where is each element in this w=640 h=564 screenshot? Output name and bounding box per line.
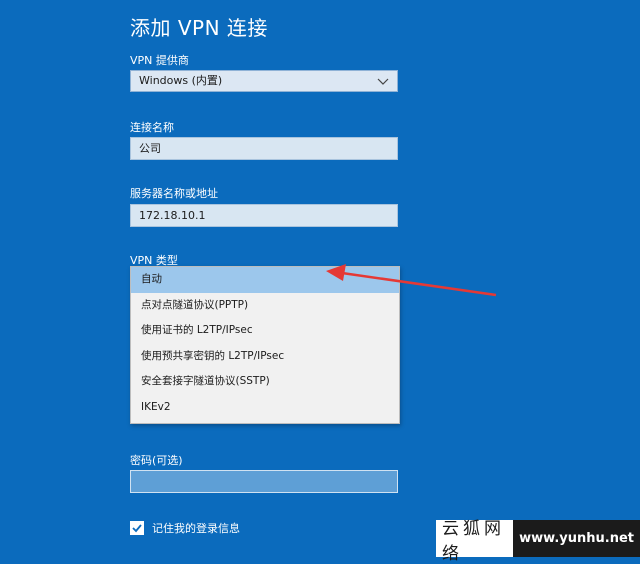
checkmark-icon (132, 524, 142, 533)
provider-select[interactable]: Windows (内置) (130, 70, 398, 92)
password-input[interactable] (130, 470, 398, 493)
server-label: 服务器名称或地址 (130, 187, 218, 200)
server-input[interactable]: 172.18.10.1 (130, 204, 398, 227)
provider-label: VPN 提供商 (130, 54, 189, 67)
page-title: 添加 VPN 连接 (130, 16, 268, 40)
password-label: 密码(可选) (130, 454, 183, 467)
remember-label: 记住我的登录信息 (152, 522, 240, 535)
vpn-type-dropdown[interactable]: 自动 点对点隧道协议(PPTP) 使用证书的 L2TP/IPsec 使用预共享密… (130, 266, 400, 424)
remember-checkbox[interactable] (130, 521, 144, 535)
watermark-cn: 云狐网络 (442, 518, 505, 564)
chevron-down-icon (377, 78, 389, 85)
watermark: 云狐网络 www.yunhu.net (436, 519, 640, 564)
vpn-type-option-auto[interactable]: 自动 (131, 267, 399, 293)
vpn-type-option-l2tp-cert[interactable]: 使用证书的 L2TP/IPsec (131, 318, 399, 344)
provider-value: Windows (内置) (139, 74, 223, 87)
vpn-type-option-l2tp-psk[interactable]: 使用预共享密钥的 L2TP/IPsec (131, 344, 399, 370)
connection-name-label: 连接名称 (130, 121, 174, 134)
vpn-type-option-sstp[interactable]: 安全套接字隧道协议(SSTP) (131, 369, 399, 395)
vpn-type-option-ikev2[interactable]: IKEv2 (131, 395, 399, 421)
vpn-type-option-pptp[interactable]: 点对点隧道协议(PPTP) (131, 293, 399, 319)
watermark-url: www.yunhu.net (513, 520, 640, 557)
connection-name-input[interactable]: 公司 (130, 137, 398, 160)
